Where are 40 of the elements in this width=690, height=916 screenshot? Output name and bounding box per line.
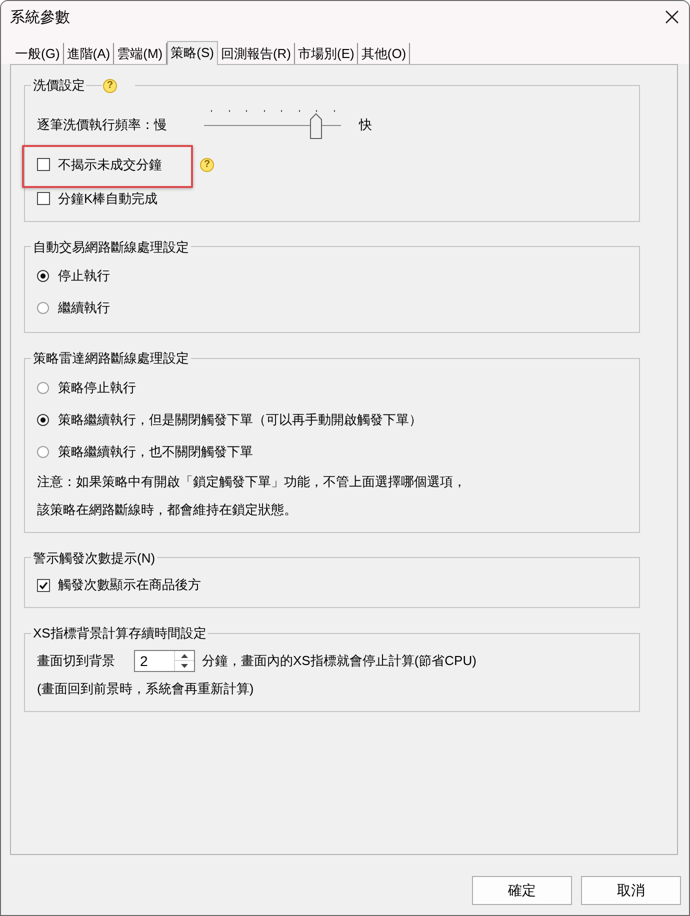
- checkbox-label[interactable]: 不揭示未成交分鐘: [58, 156, 162, 174]
- spin-box[interactable]: 2: [134, 650, 195, 672]
- radio-button[interactable]: [37, 382, 49, 394]
- radio-label[interactable]: 策略停止執行: [58, 378, 136, 397]
- help-button[interactable]: ?: [103, 78, 117, 93]
- checkbox-label[interactable]: 分鐘K棒自動完成: [58, 190, 158, 208]
- radio-button[interactable]: [37, 414, 49, 426]
- help-button[interactable]: ?: [200, 158, 214, 172]
- step-down-button[interactable]: [175, 660, 194, 671]
- radio-label[interactable]: 策略繼續執行，也不關閉觸發下單: [58, 442, 253, 461]
- checkbox[interactable]: [37, 192, 50, 206]
- window-title: 系統參數: [10, 8, 70, 26]
- slider-end-label: 快: [359, 116, 372, 134]
- group-title: 警示觸發次數提示(N): [33, 550, 156, 566]
- note-text: 該策略在網路斷線時，都會維持在鎖定狀態。: [37, 500, 297, 519]
- radio-label[interactable]: 繼續執行: [58, 299, 110, 318]
- radio-button[interactable]: [37, 446, 49, 458]
- slider-thumb[interactable]: [310, 112, 322, 139]
- checkbox[interactable]: [37, 578, 50, 592]
- spin-suffix: 分鐘，畫面內的XS指標就會停止計算(節省CPU): [202, 652, 476, 670]
- slider-label: 逐筆洗價執行頻率：慢: [37, 116, 167, 134]
- spin-label: 畫面切到背景: [37, 652, 115, 670]
- note-text: (畫面回到前景時，系統會再重新計算): [37, 680, 254, 698]
- checkbox[interactable]: [37, 158, 50, 172]
- radio-button[interactable]: [37, 302, 49, 314]
- group-title: XS指標背景計算存續時間設定: [33, 626, 206, 641]
- down-arrow-icon: [181, 664, 188, 668]
- tab[interactable]: 策略(S): [166, 41, 218, 65]
- radio-label[interactable]: 停止執行: [58, 267, 110, 286]
- dialog-button[interactable]: 取消: [581, 876, 681, 905]
- group-title: 自動交易網路斷線處理設定: [33, 239, 189, 254]
- group-title: 洗價設定: [33, 78, 85, 93]
- dialog-button[interactable]: 確定: [472, 876, 572, 905]
- checkbox-label[interactable]: 觸發次數顯示在商品後方: [58, 576, 201, 594]
- close-icon: [665, 10, 679, 24]
- note-text: 注意：如果策略中有開啟「鎖定觸發下單」功能，不管上面選擇哪個選項，: [37, 472, 466, 491]
- radio-label[interactable]: 策略繼續執行，但是關閉觸發下單（可以再手動開啟觸發下單）: [58, 410, 422, 429]
- up-arrow-icon: [181, 654, 188, 658]
- radio-button[interactable]: [37, 270, 49, 282]
- group-title: 策略雷達網路斷線處理設定: [33, 350, 189, 366]
